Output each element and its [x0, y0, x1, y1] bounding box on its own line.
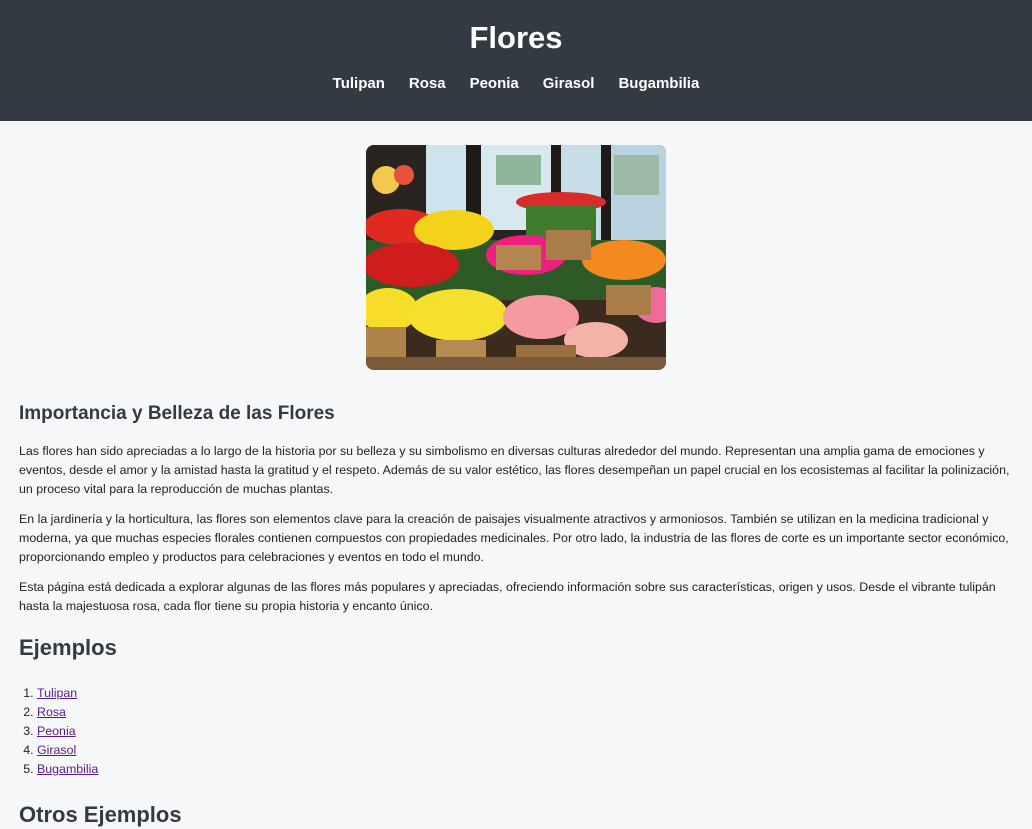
list-item: Girasol [37, 741, 1013, 760]
hero-container [0, 145, 1032, 370]
section-heading: Importancia y Belleza de las Flores [19, 403, 335, 424]
paragraph: En la jardinería y la horticultura, las … [19, 512, 1009, 564]
hero-image [366, 145, 666, 370]
list-item: Bugambilia [37, 760, 1013, 779]
example-link-rosa[interactable]: Rosa [37, 705, 66, 719]
example-link-girasol[interactable]: Girasol [37, 743, 76, 757]
site-header: Flores Tulipan Rosa Peonia Girasol Bugam… [0, 0, 1032, 121]
list-item: Peonia [37, 722, 1013, 741]
other-examples-heading: Otros Ejemplos [19, 802, 182, 827]
example-link-bugambilia[interactable]: Bugambilia [37, 762, 98, 776]
examples-heading: Ejemplos [19, 635, 117, 660]
nav-link-bugambilia[interactable]: Bugambilia [618, 74, 699, 94]
nav-link-rosa[interactable]: Rosa [409, 74, 446, 94]
list-item: Rosa [37, 703, 1013, 722]
nav-link-peonia[interactable]: Peonia [470, 74, 519, 94]
example-link-tulipan[interactable]: Tulipan [37, 686, 77, 700]
paragraph: Esta página está dedicada a explorar alg… [19, 580, 996, 613]
example-link-peonia[interactable]: Peonia [37, 724, 76, 738]
examples-list: Tulipan Rosa Peonia Girasol Bugambilia [19, 684, 1013, 779]
paragraph: Las flores han sido apreciadas a lo larg… [19, 444, 1010, 496]
nav-link-girasol[interactable]: Girasol [543, 74, 595, 94]
site-title: Flores [469, 20, 563, 55]
main-nav: Tulipan Rosa Peonia Girasol Bugambilia [0, 74, 1032, 94]
main-content: Importancia y Belleza de las Flores Las … [0, 402, 1032, 829]
nav-link-tulipan[interactable]: Tulipan [333, 74, 385, 94]
list-item: Tulipan [37, 684, 1013, 703]
